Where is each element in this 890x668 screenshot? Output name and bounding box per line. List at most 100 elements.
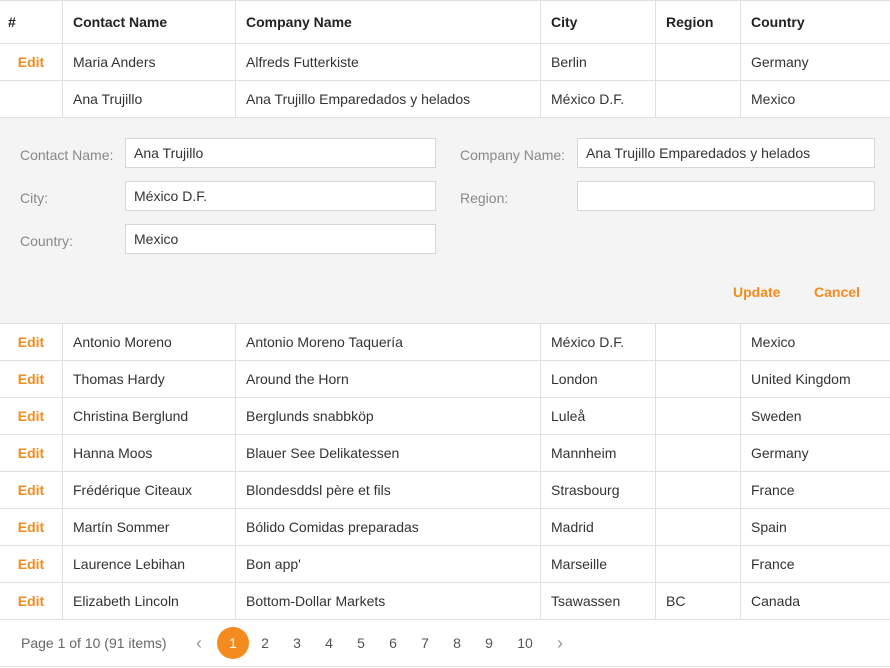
region-cell xyxy=(655,472,740,508)
page-button[interactable]: 4 xyxy=(313,635,345,651)
page-list: 1 2 3 4 5 6 7 8 9 10 xyxy=(217,620,545,666)
city-cell: London xyxy=(540,361,655,397)
table-row[interactable]: Edit Martín Sommer Bólido Comidas preparad… xyxy=(0,509,890,546)
col-header-company-name[interactable]: Company Name xyxy=(235,1,540,43)
page-number[interactable]: 4 xyxy=(313,635,345,651)
chevron-left-icon[interactable]: ‹ xyxy=(185,620,213,666)
country-cell: France xyxy=(740,472,890,508)
page-number[interactable]: 9 xyxy=(473,635,505,651)
cancel-button[interactable]: Cancel xyxy=(814,284,860,300)
table-row[interactable]: Edit Frédérique Citeaux Blondesddsl père e… xyxy=(0,472,890,509)
table-row[interactable]: Edit Elizabeth Lincoln Bottom-Dollar Marke… xyxy=(0,583,890,620)
col-header-country[interactable]: Country xyxy=(740,1,890,43)
edit-link-button[interactable]: Edit xyxy=(0,546,62,582)
page-number[interactable]: 10 xyxy=(509,635,541,651)
company-name-cell: Antonio Moreno Taquería xyxy=(235,324,540,360)
table-row[interactable]: Edit Maria Anders Alfreds Futterkiste Berli… xyxy=(0,44,890,81)
region-input[interactable] xyxy=(577,181,875,211)
country-cell: Spain xyxy=(740,509,890,545)
table-row[interactable]: Ana Trujillo Ana Trujillo Emparedados y h… xyxy=(0,81,890,118)
page-button[interactable]: 9 xyxy=(473,635,505,651)
col-header-contact-name[interactable]: Contact Name xyxy=(62,1,235,43)
contact-name-cell: Laurence Lebihan xyxy=(62,546,235,582)
page-button[interactable]: 6 xyxy=(377,635,409,651)
col-header-region[interactable]: Region xyxy=(655,1,740,43)
edit-link[interactable]: Edit xyxy=(18,334,44,350)
page-number[interactable]: 7 xyxy=(409,635,441,651)
country-input[interactable] xyxy=(125,224,436,254)
header-row: # Contact Name Company Name City Region … xyxy=(0,1,890,44)
edit-link-button[interactable]: Edit xyxy=(0,398,62,434)
col-header-city[interactable]: City xyxy=(540,1,655,43)
city-cell: Madrid xyxy=(540,509,655,545)
page-button[interactable]: 2 xyxy=(249,635,281,651)
edit-link-button[interactable] xyxy=(0,81,62,117)
contact-name-cell: Maria Anders xyxy=(62,44,235,80)
edit-link[interactable]: Edit xyxy=(18,54,44,70)
edit-link[interactable]: Edit xyxy=(18,482,44,498)
page-button[interactable]: 1 xyxy=(217,627,249,659)
city-cell: Berlin xyxy=(540,44,655,80)
company-name-cell: Bon app' xyxy=(235,546,540,582)
col-header-index[interactable]: # xyxy=(0,1,62,43)
edit-link-button[interactable]: Edit xyxy=(0,472,62,508)
company-name-input[interactable] xyxy=(577,138,875,168)
company-name-cell: Bólido Comidas preparadas xyxy=(235,509,540,545)
edit-link[interactable]: Edit xyxy=(18,519,44,535)
edit-link[interactable]: Edit xyxy=(18,408,44,424)
country-label: Country: xyxy=(20,233,73,249)
country-cell: Mexico xyxy=(740,324,890,360)
contact-name-cell: Martín Sommer xyxy=(62,509,235,545)
page-number[interactable]: 6 xyxy=(377,635,409,651)
edit-link-button[interactable]: Edit xyxy=(0,583,62,619)
contact-name-cell: Ana Trujillo xyxy=(62,81,235,117)
page-button[interactable]: 10 xyxy=(505,635,545,651)
edit-link[interactable]: Edit xyxy=(18,445,44,461)
edit-link[interactable]: Edit xyxy=(18,556,44,572)
page-number[interactable]: 3 xyxy=(281,635,313,651)
region-label: Region: xyxy=(460,190,509,206)
edit-link-button[interactable]: Edit xyxy=(0,435,62,471)
table-row[interactable]: Edit Antonio Moreno Antonio Moreno Taquerí… xyxy=(0,324,890,361)
edit-link-button[interactable]: Edit xyxy=(0,44,62,80)
table-row[interactable]: Edit Laurence Lebihan Bon app' Marseille Fra… xyxy=(0,546,890,583)
company-name-cell: Blondesddsl père et fils xyxy=(235,472,540,508)
edit-link-button[interactable]: Edit xyxy=(0,509,62,545)
contact-name-cell: Hanna Moos xyxy=(62,435,235,471)
data-grid: # Contact Name Company Name City Region … xyxy=(0,0,890,667)
page-number[interactable]: 5 xyxy=(345,635,377,651)
city-input[interactable] xyxy=(125,181,436,211)
region-cell xyxy=(655,81,740,117)
chevron-right-icon[interactable]: › xyxy=(546,620,574,666)
region-cell xyxy=(655,509,740,545)
contact-name-cell: Elizabeth Lincoln xyxy=(62,583,235,619)
page-button[interactable]: 3 xyxy=(281,635,313,651)
page-number[interactable]: 2 xyxy=(249,635,281,651)
city-label: City: xyxy=(20,190,48,206)
table-row[interactable]: Edit Christina Berglund Berglunds snabbköp… xyxy=(0,398,890,435)
edit-link-button[interactable]: Edit xyxy=(0,324,62,360)
contact-name-input[interactable] xyxy=(125,138,436,168)
country-cell: United Kingdom xyxy=(740,361,890,397)
company-name-label: Company Name: xyxy=(460,147,566,163)
update-button[interactable]: Update xyxy=(733,284,780,300)
current-page-number[interactable]: 1 xyxy=(217,627,249,659)
city-cell: Mannheim xyxy=(540,435,655,471)
page-button[interactable]: 5 xyxy=(345,635,377,651)
city-cell: México D.F. xyxy=(540,81,655,117)
table-row[interactable]: Edit Hanna Moos Blauer See Delikatessen Man… xyxy=(0,435,890,472)
city-cell: Strasbourg xyxy=(540,472,655,508)
edit-link-button[interactable]: Edit xyxy=(0,361,62,397)
table-row[interactable]: Edit Thomas Hardy Around the Horn London Uni… xyxy=(0,361,890,398)
edit-link[interactable]: Edit xyxy=(18,593,44,609)
rows-before-edit: Edit Maria Anders Alfreds Futterkiste Berli… xyxy=(0,44,890,118)
company-name-cell: Berglunds snabbköp xyxy=(235,398,540,434)
edit-link[interactable]: Edit xyxy=(18,371,44,387)
page-number[interactable]: 8 xyxy=(441,635,473,651)
country-cell: Mexico xyxy=(740,81,890,117)
region-cell xyxy=(655,44,740,80)
page-button[interactable]: 7 xyxy=(409,635,441,651)
page-button[interactable]: 8 xyxy=(441,635,473,651)
contact-name-cell: Frédérique Citeaux xyxy=(62,472,235,508)
region-cell xyxy=(655,398,740,434)
